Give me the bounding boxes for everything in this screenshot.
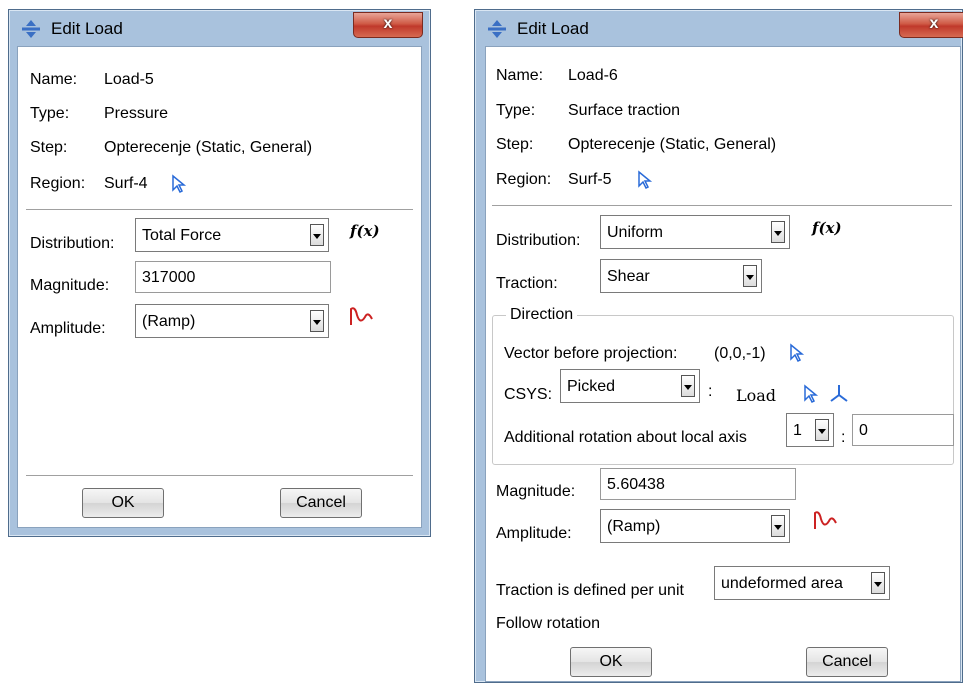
chevron-down-icon[interactable] <box>310 310 324 332</box>
csys-load-label: Load <box>736 386 777 405</box>
name-label: Name: <box>496 67 544 84</box>
edit-load-dialog-2: Edit Load x Name: Load-6 Type: Surface t… <box>474 9 963 683</box>
traction-select[interactable]: Shear <box>600 259 762 293</box>
amplitude-value: (Ramp) <box>607 518 661 535</box>
vector-value: (0,0,-1) <box>714 345 766 362</box>
csys-label: CSYS: <box>504 386 553 403</box>
chevron-down-icon[interactable] <box>743 265 757 287</box>
type-value: Surface traction <box>568 102 681 119</box>
window-title: Edit Load <box>51 19 123 38</box>
rotation-axis-select[interactable]: 1 <box>786 413 834 447</box>
rotation-label: Additional rotation about local axis <box>504 429 747 446</box>
rotation-colon: : <box>841 429 846 446</box>
amplitude-value: (Ramp) <box>142 313 196 330</box>
separator <box>26 475 413 477</box>
magnitude-input[interactable]: 317000 <box>135 261 331 293</box>
load-app-icon <box>488 20 506 38</box>
rotation-angle-input[interactable]: 0 <box>852 414 954 446</box>
fx-icon[interactable]: f(x) <box>350 222 380 240</box>
load-app-icon <box>22 20 40 38</box>
amplitude-label: Amplitude: <box>496 525 572 542</box>
ok-button[interactable]: OK <box>82 488 164 518</box>
pointer-icon[interactable] <box>636 170 654 190</box>
pointer-icon[interactable] <box>802 384 820 404</box>
region-label: Region: <box>30 175 86 192</box>
region-label: Region: <box>496 171 552 188</box>
fx-icon[interactable]: f(x) <box>812 219 842 237</box>
type-label: Type: <box>30 105 70 122</box>
direction-group-title: Direction <box>506 306 578 324</box>
amplitude-select[interactable]: (Ramp) <box>135 304 329 338</box>
distribution-select[interactable]: Uniform <box>600 215 790 249</box>
title-bar[interactable]: Edit Load x <box>9 10 430 46</box>
amplitude-select[interactable]: (Ramp) <box>600 509 790 543</box>
dialog-body: Name: Load-5 Type: Pressure Step: Optere… <box>17 46 422 528</box>
distribution-value: Uniform <box>607 224 664 241</box>
type-value: Pressure <box>104 105 169 122</box>
chevron-down-icon[interactable] <box>771 515 785 537</box>
dialog-body: Name: Load-6 Type: Surface traction Step… <box>485 46 961 682</box>
title-bar[interactable]: Edit Load x <box>475 10 963 46</box>
per-unit-value: undeformed area <box>721 575 843 592</box>
magnitude-value: 317000 <box>142 269 196 286</box>
region-value: Surf-5 <box>568 171 612 188</box>
amplitude-label: Amplitude: <box>30 320 106 337</box>
ok-button[interactable]: OK <box>570 647 652 677</box>
edit-load-dialog-1: Edit Load x Name: Load-5 Type: Pressure … <box>8 9 431 537</box>
separator <box>492 205 952 207</box>
region-value: Surf-4 <box>104 175 148 192</box>
separator <box>26 209 413 211</box>
amplitude-icon[interactable] <box>812 509 842 531</box>
cancel-button[interactable]: Cancel <box>806 647 888 677</box>
amplitude-icon[interactable] <box>348 305 378 327</box>
magnitude-input[interactable]: 5.60438 <box>600 468 796 500</box>
name-value: Load-6 <box>568 67 618 84</box>
step-label: Step: <box>30 139 68 156</box>
magnitude-value: 5.60438 <box>607 476 665 493</box>
window-title: Edit Load <box>517 19 589 38</box>
distribution-select[interactable]: Total Force <box>135 218 329 252</box>
vector-label: Vector before projection: <box>504 345 678 362</box>
chevron-down-icon[interactable] <box>681 375 695 397</box>
step-value: Opterecenje (Static, General) <box>568 136 777 153</box>
traction-value: Shear <box>607 268 650 285</box>
type-label: Type: <box>496 102 536 119</box>
name-label: Name: <box>30 71 78 88</box>
distribution-label: Distribution: <box>496 232 581 249</box>
traction-label: Traction: <box>496 275 558 292</box>
chevron-down-icon[interactable] <box>815 419 829 441</box>
csys-value: Picked <box>567 378 616 395</box>
follow-rotation-label: Follow rotation <box>496 615 601 632</box>
csys-select[interactable]: Picked <box>560 369 700 403</box>
name-value: Load-5 <box>104 71 154 88</box>
rotation-axis-value: 1 <box>793 422 802 439</box>
close-button[interactable]: x <box>353 12 423 38</box>
chevron-down-icon[interactable] <box>871 572 885 594</box>
per-unit-label: Traction is defined per unit <box>496 582 684 599</box>
pointer-icon[interactable] <box>170 174 188 194</box>
distribution-label: Distribution: <box>30 235 115 252</box>
per-unit-select[interactable]: undeformed area <box>714 566 890 600</box>
cancel-button[interactable]: Cancel <box>280 488 362 518</box>
magnitude-label: Magnitude: <box>496 483 576 500</box>
rotation-angle-value: 0 <box>859 422 868 439</box>
step-label: Step: <box>496 136 534 153</box>
csys-colon: : <box>708 383 713 400</box>
distribution-value: Total Force <box>142 227 222 244</box>
magnitude-label: Magnitude: <box>30 277 110 294</box>
csys-axes-icon[interactable] <box>828 382 850 404</box>
pointer-icon[interactable] <box>788 343 806 363</box>
step-value: Opterecenje (Static, General) <box>104 139 313 156</box>
close-button[interactable]: x <box>899 12 963 38</box>
chevron-down-icon[interactable] <box>310 224 324 246</box>
chevron-down-icon[interactable] <box>771 221 785 243</box>
